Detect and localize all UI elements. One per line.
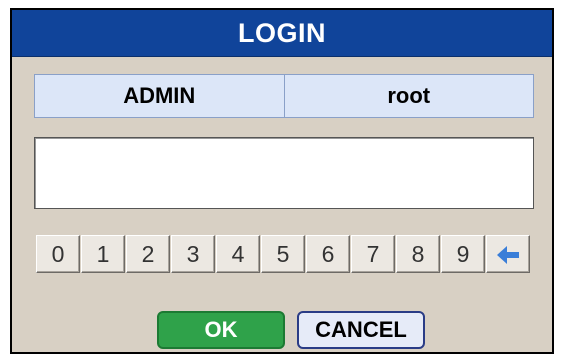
login-dialog: LOGIN ADMIN root 0 1 2 3 4 5 6 7 8 9 OK … bbox=[10, 8, 554, 354]
user-role-label[interactable]: ADMIN bbox=[35, 75, 285, 117]
key-5[interactable]: 5 bbox=[261, 235, 305, 273]
dialog-title: LOGIN bbox=[12, 10, 552, 57]
password-input[interactable] bbox=[34, 137, 534, 209]
ok-button[interactable]: OK bbox=[157, 311, 285, 349]
username-label[interactable]: root bbox=[285, 75, 534, 117]
key-7[interactable]: 7 bbox=[351, 235, 395, 273]
key-6[interactable]: 6 bbox=[306, 235, 350, 273]
key-0[interactable]: 0 bbox=[36, 235, 80, 273]
numeric-keypad: 0 1 2 3 4 5 6 7 8 9 bbox=[36, 235, 532, 273]
key-3[interactable]: 3 bbox=[171, 235, 215, 273]
backspace-button[interactable] bbox=[486, 235, 530, 273]
cancel-button[interactable]: CANCEL bbox=[297, 311, 425, 349]
user-selector[interactable]: ADMIN root bbox=[34, 74, 534, 118]
key-2[interactable]: 2 bbox=[126, 235, 170, 273]
key-1[interactable]: 1 bbox=[81, 235, 125, 273]
key-4[interactable]: 4 bbox=[216, 235, 260, 273]
key-8[interactable]: 8 bbox=[396, 235, 440, 273]
key-9[interactable]: 9 bbox=[441, 235, 485, 273]
left-arrow-icon bbox=[497, 246, 519, 264]
